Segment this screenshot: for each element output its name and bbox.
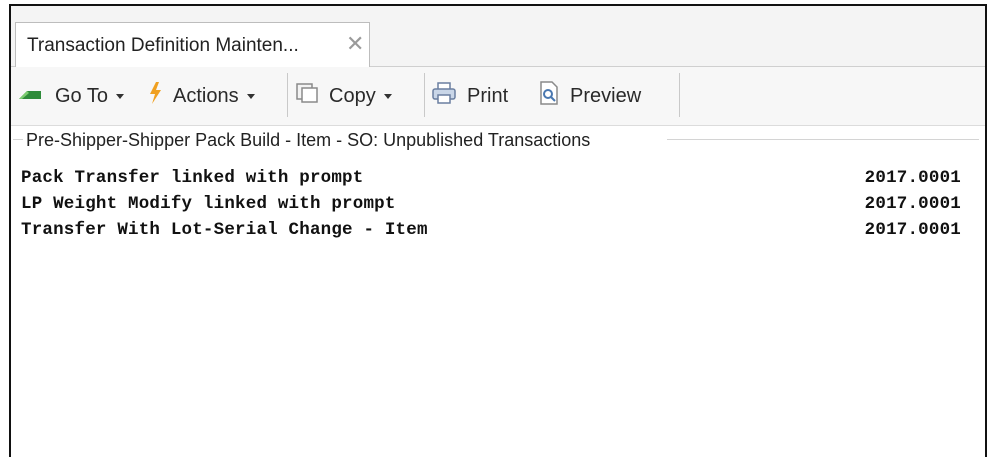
chevron-down-icon [116,93,124,99]
toolbar: Go To Actions Copy Print Preview [11,67,985,126]
copy-button[interactable]: Copy [295,81,392,111]
transaction-version: 2017.0001 [864,220,961,240]
close-icon[interactable]: ✕ [346,31,364,57]
lightning-icon [147,81,163,111]
list-item[interactable]: Pack Transfer linked with prompt 2017.00… [21,168,961,194]
actions-label: Actions [173,84,239,107]
toolbar-separator [424,73,425,117]
copy-icon [295,82,319,110]
chevron-down-icon [383,93,392,99]
transaction-version: 2017.0001 [864,194,961,214]
transaction-list: Pack Transfer linked with prompt 2017.00… [21,168,961,246]
window-frame: Transaction Definition Mainten... ✕ Go T… [9,4,987,457]
printer-icon [431,81,457,111]
tab-strip: Transaction Definition Mainten... ✕ [11,6,985,68]
toolbar-separator [287,73,288,117]
goto-label: Go To [55,84,108,107]
tab-transaction-definition[interactable]: Transaction Definition Mainten... ✕ [15,22,370,68]
list-item[interactable]: LP Weight Modify linked with prompt 2017… [21,194,961,220]
toolbar-separator [679,73,680,117]
preview-label: Preview [570,84,642,107]
arrow-icon [17,85,45,108]
print-label: Print [467,84,509,107]
transaction-name: LP Weight Modify linked with prompt [21,194,396,214]
chevron-down-icon [246,93,255,99]
print-button[interactable]: Print [431,81,508,111]
tab-title: Transaction Definition Mainten... [27,35,299,56]
list-item[interactable]: Transfer With Lot-Serial Change - Item 2… [21,220,961,246]
preview-button[interactable]: Preview [538,81,641,111]
group-rule-left [13,139,23,140]
transaction-name: Pack Transfer linked with prompt [21,168,364,188]
actions-button[interactable]: Actions [147,81,255,111]
group-title: Pre-Shipper-Shipper Pack Build - Item - … [24,130,593,151]
group-rule-right [667,139,979,140]
transaction-version: 2017.0001 [864,168,961,188]
goto-button[interactable]: Go To [17,81,124,111]
transaction-name: Transfer With Lot-Serial Change - Item [21,220,428,240]
copy-label: Copy [329,84,376,107]
preview-icon [538,80,560,112]
